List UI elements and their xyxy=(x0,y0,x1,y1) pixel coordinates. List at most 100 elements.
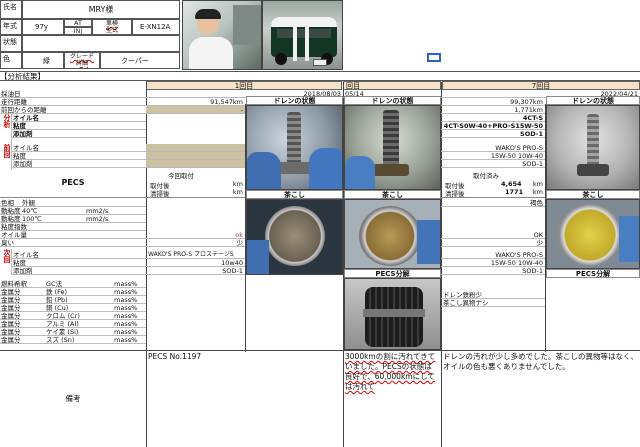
col3-distance-prev: 1,771km xyxy=(441,106,545,114)
col3-next-oil: WAKO'S PRO-S xyxy=(441,251,545,259)
row-prev-visc: 粘度 xyxy=(12,152,146,160)
metal-label: 金属分 xyxy=(1,320,21,328)
label-mileage: 走行距離 xyxy=(1,98,27,106)
color-label-cell: 色 xyxy=(0,52,22,69)
car-wheel xyxy=(275,53,287,65)
col3-wash-km-unit: km xyxy=(532,188,543,196)
label-unit-40: mm2/s xyxy=(86,207,109,215)
model-year: 97y xyxy=(35,23,49,31)
chassis-code-cell: E-XN12A xyxy=(132,19,180,35)
col1-drain-photo xyxy=(246,105,343,190)
row-color: 色相 外観 xyxy=(0,199,146,207)
license-plate xyxy=(313,59,327,66)
strainer-mesh xyxy=(557,204,623,266)
label-color: 色相 xyxy=(1,199,14,207)
label-prev-visc: 粘度 xyxy=(13,152,26,160)
pecs-label: PECS xyxy=(0,168,146,198)
col3-wash-after: 清掃後 xyxy=(445,190,465,198)
col1-wash-after: 清掃後 xyxy=(150,190,170,198)
col3-prev-visc: 15W-50 10W-40 xyxy=(441,152,545,160)
col3-pecs-title: PECS分解 xyxy=(546,269,640,278)
glove-right xyxy=(619,216,639,262)
label-visc-index: 粘度指数 xyxy=(1,223,27,231)
col3-color: 褐色 xyxy=(441,199,545,207)
name-label: 氏名 xyxy=(3,3,17,11)
metal-row-1: 金属分 鉛 (Pb) mass% xyxy=(0,296,146,304)
grade-value: クーパー xyxy=(121,57,149,65)
col3-strainer-photo xyxy=(546,199,640,269)
col2-remarks: 3000kmの割に汚れてきていました。PECSの状態は良好で、60,000kmに… xyxy=(345,352,436,391)
col1-remarks: PECS No.1197 xyxy=(148,352,202,361)
col1-drain-title: ドレンの状態 xyxy=(246,96,343,105)
drain-bolt xyxy=(587,114,599,170)
col3-prev-add: SOD-1 xyxy=(441,160,545,168)
car-stripe xyxy=(305,25,309,61)
pecs-band xyxy=(363,309,425,317)
grade-value-cell: クーパー xyxy=(100,52,180,69)
drain-bolt xyxy=(383,110,399,170)
col3-strainer-title: 茶こし xyxy=(546,190,640,199)
car-stripe xyxy=(293,25,297,61)
pecs-filter xyxy=(365,287,423,347)
metal-unit: mass% xyxy=(114,312,138,320)
metal-element: 鉄 (Fe) xyxy=(46,288,68,296)
row-smell: 臭い xyxy=(0,239,146,247)
col1-smell: 少 xyxy=(146,239,245,247)
label-visc-40: 動粘度 xyxy=(1,207,21,215)
bolt-head xyxy=(277,162,311,174)
col3-next-visc: 15W-50 10W-40 xyxy=(441,259,545,267)
col1-pecs-title: 今回取付 xyxy=(168,172,194,180)
col2-strainer-title: 茶こし xyxy=(344,190,441,199)
chassis-text: 車検 型式 xyxy=(105,20,118,34)
selection-marker[interactable] xyxy=(427,53,441,62)
year-cell: 97y xyxy=(22,19,64,35)
col3-pecs: 取付済み 取付後 4,654 km 清掃後 1771 km xyxy=(441,168,545,198)
col3-prev-oil: WAKO'S PRO-S xyxy=(441,144,545,152)
label-viscosity: 粘度 xyxy=(13,122,26,130)
label-oil-name: オイル名 xyxy=(13,114,39,122)
strainer-mesh xyxy=(265,206,325,266)
col3-drain-photo xyxy=(546,105,640,190)
col2-header: 回目 xyxy=(343,81,441,90)
metal-element: アルミ (Al) xyxy=(46,320,79,328)
shirt-shape xyxy=(189,37,233,69)
label-fuel-dilution: 燃料希釈 xyxy=(1,280,27,288)
label-next-visc: 粘度 xyxy=(13,259,26,267)
metal-row-3: 金属分 クロム (Cr) mass% xyxy=(0,312,146,320)
row-mileage: 走行距離 xyxy=(0,98,146,106)
label-mass-unit: mass% xyxy=(114,280,138,288)
label-prev-add: 添加剤 xyxy=(13,160,33,168)
window-shape xyxy=(233,5,261,45)
chassis-label: 車検 型式 xyxy=(92,19,132,35)
strainer-mesh xyxy=(359,206,421,266)
row-next-visc: 粘度 xyxy=(12,259,146,267)
glove-left xyxy=(247,152,281,189)
metal-row-0: 金属分 鉄 (Fe) mass% xyxy=(0,288,146,296)
car-roof xyxy=(271,17,337,27)
metal-element: 銅 (Cu) xyxy=(46,304,69,312)
col1-next-visc: 10w40 xyxy=(146,259,245,267)
col3-install-km: 4,654 xyxy=(501,180,522,188)
col3-smell: 少 xyxy=(441,239,545,247)
label-smell: 臭い xyxy=(1,239,14,247)
metal-unit: mass% xyxy=(114,296,138,304)
metal-label: 金属分 xyxy=(1,304,21,312)
label-oil-amount: オイル量 xyxy=(1,231,27,239)
label-distance-prev: 前回からの距離 xyxy=(1,106,47,114)
metal-label: 金属分 xyxy=(1,312,21,320)
owner-cell: MRY様 xyxy=(22,0,180,19)
year-label: 年式 xyxy=(3,22,17,30)
metal-unit: mass% xyxy=(114,304,138,312)
row-oil-name: オイル名 xyxy=(12,114,146,122)
bolt-head xyxy=(577,164,609,176)
col1-prev-add xyxy=(146,160,245,168)
metal-unit: mass% xyxy=(114,320,138,328)
col1-wash-km: km xyxy=(232,188,243,196)
metal-row-6: 金属分 スズ (Sn) mass% xyxy=(0,336,146,344)
col1-next-add: SOD-1 xyxy=(146,267,245,275)
row-next-add: 添加剤 xyxy=(12,267,146,275)
col1-pecs: 今回取付 取付後 km 清掃後 km xyxy=(146,168,245,198)
analysis-group-label: 分析 xyxy=(0,114,12,144)
col3-pecs-title: 取付済み xyxy=(473,172,499,180)
car-window xyxy=(277,29,331,38)
